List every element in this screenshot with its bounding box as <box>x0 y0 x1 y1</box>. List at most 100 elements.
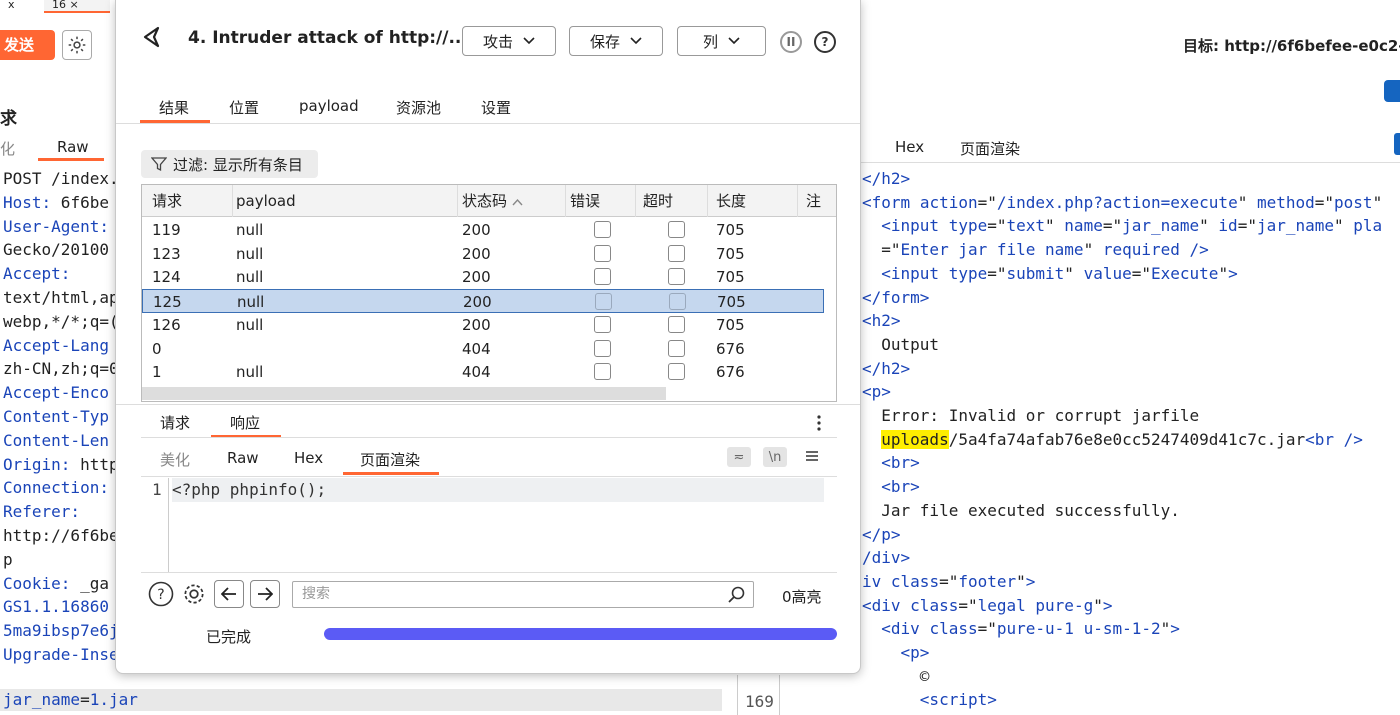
col-error[interactable]: 错误 <box>560 185 636 217</box>
pause-icon: II <box>786 35 796 49</box>
layout-toggle-button[interactable] <box>1384 80 1400 102</box>
view-menu-button[interactable] <box>805 449 819 467</box>
more-options-button[interactable] <box>816 413 822 433</box>
send-button[interactable]: 发送 <box>0 30 55 60</box>
search-settings-button[interactable] <box>181 581 207 611</box>
cell-length: 705 <box>716 315 745 334</box>
error-checkbox <box>594 268 611 286</box>
cell-request: 119 <box>152 221 181 239</box>
col-payload[interactable]: payload <box>226 185 458 217</box>
newline-toggle-button[interactable]: \n <box>763 447 787 467</box>
table-row[interactable]: 124 null 200 705 <box>142 265 824 289</box>
request-line: Accept-Lang <box>3 334 119 358</box>
table-row[interactable]: 1 null 404 676 <box>142 360 824 384</box>
tab-raw[interactable]: Raw <box>57 138 89 156</box>
cell-status: 200 <box>462 221 491 239</box>
tab-resource-pool[interactable]: 资源池 <box>396 97 441 118</box>
cell-payload: null <box>236 244 264 263</box>
view-tab-render[interactable]: 页面渲染 <box>360 449 420 470</box>
search-prev-button[interactable] <box>214 580 244 608</box>
divider <box>141 437 837 438</box>
help-icon: ? <box>148 581 174 607</box>
editor-line-number: 1 <box>152 480 162 499</box>
header-name: Content-Len <box>3 430 109 450</box>
col-comment[interactable]: 注 <box>796 185 836 217</box>
chevron-down-icon <box>728 37 740 45</box>
intruder-attack-window: 4. Intruder attack of http://... 攻击 保存 列… <box>115 0 861 674</box>
header-name: User-Agent: <box>3 216 109 236</box>
header-name: Host: <box>3 192 52 212</box>
search-icon <box>728 586 745 607</box>
cell-length: 705 <box>716 221 745 239</box>
search-input[interactable]: 搜索 <box>292 581 754 608</box>
pause-button[interactable]: II <box>780 31 802 53</box>
attack-menu-button[interactable]: 攻击 <box>462 26 556 56</box>
tab-results[interactable]: 结果 <box>159 97 189 118</box>
pane-tab-response[interactable]: 响应 <box>230 412 260 433</box>
columns-menu-button[interactable]: 列 <box>677 26 766 56</box>
header-name: Accept-Enco <box>3 383 109 403</box>
request-body[interactable]: POST /index. Host: 6f6be User-Agent: Gecko/… <box>3 167 119 667</box>
burp-logo-icon <box>143 26 160 48</box>
table-row[interactable]: 0 404 676 <box>142 337 824 361</box>
panel-toggle-button[interactable] <box>1394 133 1400 155</box>
tab-positions[interactable]: 位置 <box>229 97 259 118</box>
save-menu-button[interactable]: 保存 <box>569 26 663 56</box>
cell-payload: null <box>237 293 265 312</box>
table-row[interactable]: 125 null 200 705 <box>142 289 824 314</box>
search-next-button[interactable] <box>250 580 280 608</box>
col-status[interactable]: 状态码 <box>452 185 566 217</box>
tab-raw-underline <box>38 158 104 161</box>
editor-code: <?php phpinfo(); <box>172 480 327 499</box>
header-value: webp,*/*;q=( <box>3 311 119 331</box>
horizontal-scrollbar[interactable] <box>142 387 666 400</box>
cell-payload: null <box>236 221 264 239</box>
tab-payloads[interactable]: payload <box>299 97 359 115</box>
request-title: 求 <box>0 109 17 129</box>
tab-render[interactable]: 页面渲染 <box>960 138 1020 159</box>
results-table: 请求 payload 状态码 错误 超时 长度 注 119 null 200 705 1… <box>141 184 837 402</box>
col-timeout[interactable]: 超时 <box>633 185 708 217</box>
header-name: Origin: <box>3 454 71 474</box>
kebab-menu-icon <box>817 415 821 431</box>
error-checkbox <box>594 363 611 381</box>
tab-settings[interactable]: 设置 <box>481 97 511 118</box>
settings-button[interactable] <box>62 30 92 60</box>
chevron-down-icon <box>523 37 535 45</box>
help-button[interactable]: ? <box>814 31 836 53</box>
repeater-request-pane: 发送 求 化 Raw POST /index. Host: 6f6be User-A… <box>0 0 120 715</box>
table-row[interactable]: 126 null 200 705 <box>142 313 824 337</box>
response-html-source[interactable]: </h2> <form action="/index.php?action=ex… <box>862 167 1382 712</box>
jar-param-value: 1.jar <box>89 690 138 709</box>
pane-tab-request[interactable]: 请求 <box>160 412 190 433</box>
filter-bar[interactable]: 过滤: 显示所有条目 <box>141 150 318 178</box>
tab-hex[interactable]: Hex <box>895 138 924 156</box>
header-value: text/html,ap <box>3 287 119 307</box>
view-tab-pretty[interactable]: 美化 <box>160 449 190 470</box>
divider <box>737 675 738 715</box>
vertical-scrollbar[interactable] <box>824 217 836 401</box>
request-line: 5ma9ibsp7e6j <box>3 619 119 643</box>
timeout-checkbox <box>669 293 686 311</box>
save-label: 保存 <box>589 32 620 51</box>
help-icon: ? <box>821 35 829 49</box>
header-value: Gecko/20100 <box>3 240 109 260</box>
request-line: Upgrade-Inse <box>3 643 119 667</box>
table-row[interactable]: 119 null 200 705 <box>142 218 824 242</box>
arrow-right-icon <box>258 587 273 601</box>
view-tab-hex[interactable]: Hex <box>294 449 323 467</box>
wrap-toggle-button[interactable]: ≂ <box>727 447 751 467</box>
col-request[interactable]: 请求 <box>142 185 233 217</box>
header-name: Accept-Lang <box>3 335 109 355</box>
view-tab-underline <box>343 472 439 475</box>
cell-status: 404 <box>462 363 491 382</box>
view-tab-raw[interactable]: Raw <box>227 449 259 467</box>
jar-param-key: jar_name <box>3 690 81 709</box>
request-line: Cookie: _ga <box>3 572 119 596</box>
tab-pretty[interactable]: 化 <box>0 138 15 159</box>
table-row[interactable]: 123 null 200 705 <box>142 242 824 266</box>
search-help-button[interactable]: ? <box>148 581 174 611</box>
col-length[interactable]: 长度 <box>706 185 798 217</box>
jar-param-line: jar_name=1.jar <box>3 690 138 709</box>
header-name: Cookie: <box>3 573 71 593</box>
